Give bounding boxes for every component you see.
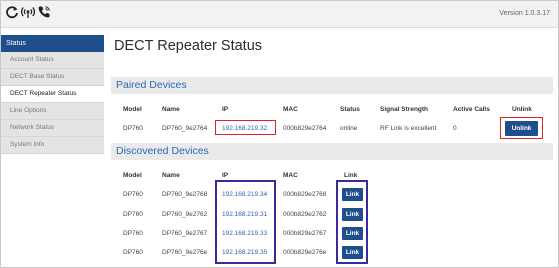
sidebar-heading-status[interactable]: Status [1, 35, 104, 52]
discovered-name: DP760_9e276e [162, 249, 208, 256]
sidebar-item-account-status[interactable]: Account Status [1, 52, 104, 69]
signal-broadcast-icon [20, 5, 36, 24]
discovered-name: DP760_9e2762 [162, 211, 208, 218]
top-bar: Version 1.0.3.17 [1, 1, 558, 28]
paired-col-signal-strength: Signal Strength [380, 106, 429, 113]
sidebar-item-dect-repeater-status[interactable]: DECT Repeater Status [1, 86, 104, 103]
paired-devices-heading: Paired Devices [111, 77, 553, 94]
discovered-col-mac: MAC [283, 172, 298, 179]
main-content: DECT Repeater Status Paired Devices Mode… [104, 27, 559, 268]
discovered-col-name: Name [162, 172, 180, 179]
ip-highlight-box [215, 120, 276, 135]
discovered-mac: 000b829e2767 [283, 230, 327, 237]
discovered-name: DP760_9e2768 [162, 191, 208, 198]
sidebar: Status Account Status DECT Base Status D… [1, 35, 104, 154]
paired-col-model: Model [123, 106, 142, 113]
paired-signal: RF Link is excellent [380, 125, 437, 132]
paired-col-unlink: Unlink [512, 106, 532, 113]
firmware-version: Version 1.0.3.17 [499, 10, 550, 17]
page-title: DECT Repeater Status [114, 38, 263, 54]
ip-column-highlight-box [215, 180, 276, 264]
discovered-col-model: Model [123, 172, 142, 179]
sidebar-item-dect-base-status[interactable]: DECT Base Status [1, 69, 104, 86]
sidebar-item-network-status[interactable]: Network Status [1, 120, 104, 137]
paired-col-active-calls: Active Calls [453, 106, 490, 113]
discovered-model: DP760 [123, 191, 143, 198]
discovered-model: DP760 [123, 230, 143, 237]
paired-col-mac: MAC [283, 106, 298, 113]
discovered-mac: 000b829e276e [283, 249, 327, 256]
phone-icon [37, 5, 51, 24]
sidebar-item-line-options[interactable]: Line Options [1, 103, 104, 120]
paired-model: DP760 [123, 125, 143, 132]
paired-col-ip: IP [222, 106, 229, 113]
discovered-name: DP760_9e2767 [162, 230, 208, 237]
discovered-mac: 000b829e2762 [283, 211, 327, 218]
link-column-highlight-box [336, 180, 368, 264]
discovered-model: DP760 [123, 211, 143, 218]
paired-col-name: Name [162, 106, 180, 113]
refresh-icon[interactable] [5, 5, 19, 24]
discovered-devices-heading: Discovered Devices [111, 143, 553, 160]
paired-mac: 000b829e2764 [283, 125, 327, 132]
unlink-highlight-box [500, 117, 543, 139]
sidebar-item-system-info[interactable]: System Info [1, 137, 104, 154]
discovered-mac: 000b829e2768 [283, 191, 327, 198]
discovered-col-ip: IP [222, 172, 229, 179]
paired-col-status: Status [340, 106, 360, 113]
discovered-col-link: Link [344, 172, 358, 179]
paired-active-calls: 0 [453, 125, 457, 132]
paired-status: online [340, 125, 358, 132]
paired-name: DP760_9e2764 [162, 125, 208, 132]
discovered-model: DP760 [123, 249, 143, 256]
